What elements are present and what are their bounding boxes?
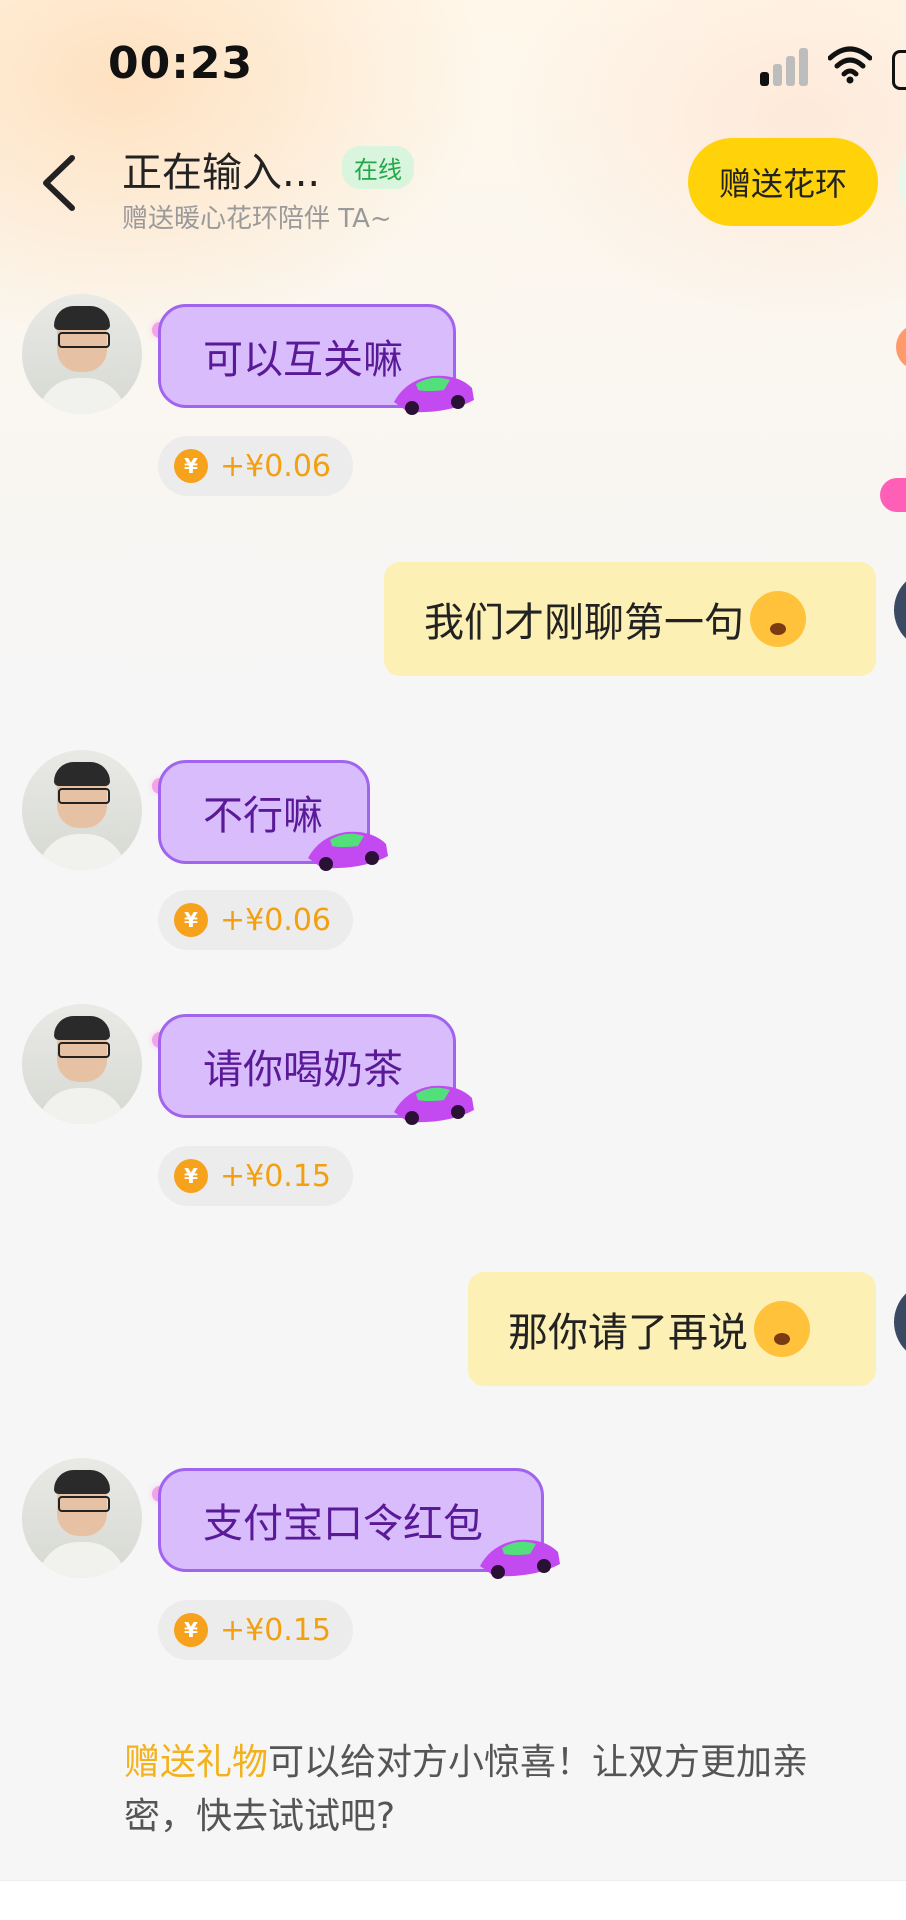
reward-pill: ¥ +¥0.15 (158, 1600, 354, 1660)
coin-icon: ¥ (174, 1613, 208, 1647)
send-garland-button[interactable]: 赠送花环 (688, 138, 878, 226)
avatar[interactable] (22, 750, 142, 870)
sports-car-icon (308, 831, 388, 871)
message-bubble-outgoing[interactable]: 我们才刚聊第一句 (384, 562, 876, 676)
sports-car-icon (394, 375, 474, 415)
coin-icon: ¥ (174, 903, 208, 937)
reward-pill: ¥ +¥0.15 (158, 1146, 354, 1206)
sports-car-icon (394, 1085, 474, 1125)
chat-screen: 00:23 正在输入... 在线 赠送暖心花环陪伴 TA~ 赠送花环 可以互关嘛… (0, 0, 906, 1920)
message-bubble-outgoing[interactable]: 那你请了再说 (468, 1272, 876, 1386)
signal-icon (760, 48, 810, 86)
online-badge: 在线 (342, 146, 414, 189)
message-text: 支付宝口令红包 (203, 1501, 483, 1547)
message-text: 那你请了再说 (508, 1310, 748, 1356)
right-edge-pill[interactable] (880, 478, 906, 512)
battery-icon (892, 50, 906, 90)
status-time: 00:23 (108, 38, 254, 89)
reward-pill: ¥ +¥0.06 (158, 890, 354, 950)
reward-amount: +¥0.06 (220, 448, 332, 484)
chat-subtitle: 赠送暖心花环陪伴 TA~ (122, 204, 392, 234)
gift-promo-text: 赠送礼物可以给对方小惊喜！让双方更加亲密，快去试试吧? (124, 1736, 864, 1844)
send-gift-link[interactable]: 赠送礼物 (124, 1742, 268, 1783)
message-text: 可以互关嘛 (203, 337, 403, 383)
reward-amount: +¥0.15 (220, 1612, 332, 1648)
right-edge-avatar-self[interactable] (894, 1282, 906, 1362)
chat-title: 正在输入... (122, 150, 321, 196)
reward-amount: +¥0.06 (220, 902, 332, 938)
coin-icon: ¥ (174, 1159, 208, 1193)
avatar[interactable] (22, 1458, 142, 1578)
avatar[interactable] (22, 294, 142, 414)
back-icon[interactable] (36, 152, 84, 214)
wifi-icon (828, 46, 872, 84)
message-text: 我们才刚聊第一句 (424, 600, 744, 646)
coin-icon: ¥ (174, 449, 208, 483)
yawning-cat-emoji-icon (750, 591, 806, 647)
sports-car-icon (480, 1539, 560, 1579)
reward-amount: +¥0.15 (220, 1158, 332, 1194)
avatar[interactable] (22, 1004, 142, 1124)
shy-cat-emoji-icon (754, 1301, 810, 1357)
message-text: 请你喝奶茶 (203, 1047, 403, 1093)
input-bar[interactable] (0, 1880, 906, 1920)
reward-pill: ¥ +¥0.06 (158, 436, 354, 496)
